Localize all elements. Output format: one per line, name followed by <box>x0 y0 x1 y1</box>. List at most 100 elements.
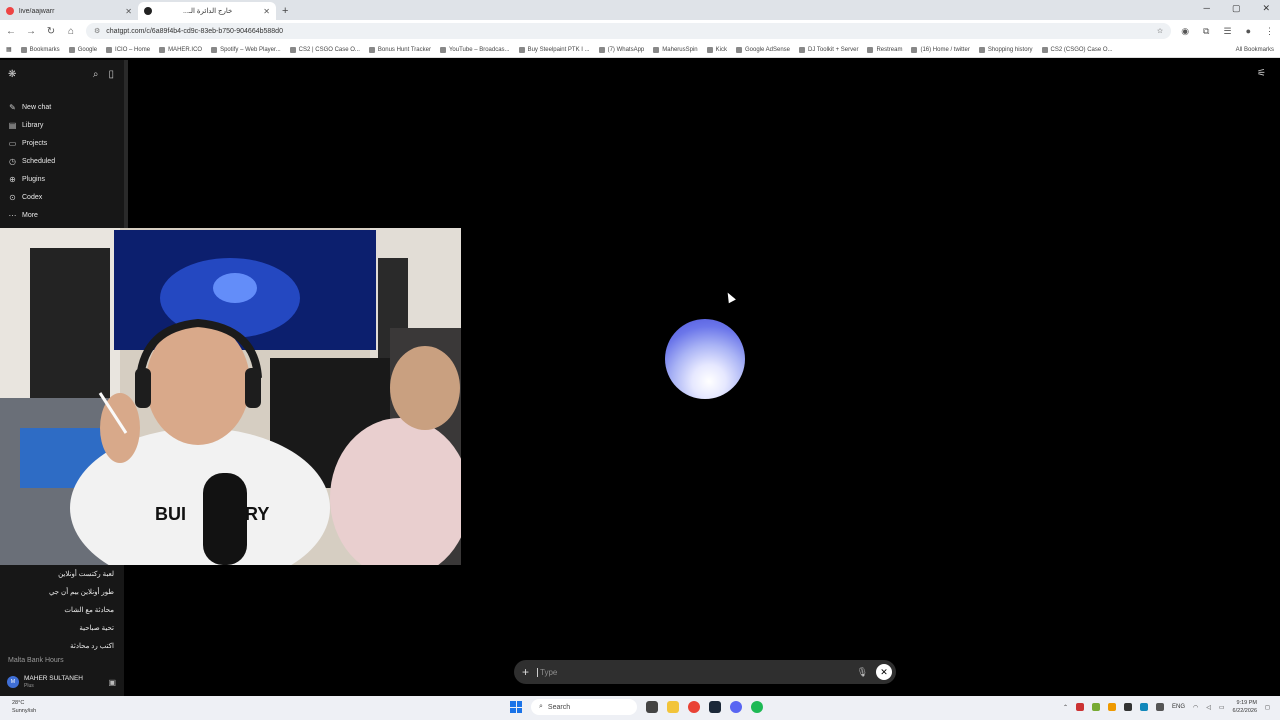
profile-icon[interactable]: ● <box>1246 26 1251 37</box>
chat-item[interactable]: تحية صباحية <box>0 620 124 638</box>
close-tab-icon[interactable]: ✕ <box>263 7 270 16</box>
notifications-icon[interactable]: ◻ <box>1265 704 1270 711</box>
chat-item[interactable]: لعبة ركتست أونلاين <box>0 566 124 584</box>
chevron-up-icon[interactable]: ⌃ <box>1063 704 1068 711</box>
cast-icon[interactable]: ◉ <box>1181 26 1189 37</box>
more-vert-icon[interactable]: ⋮ <box>1265 26 1274 37</box>
bookmark-item[interactable]: Bookmarks <box>20 46 60 53</box>
sidebar-item-more[interactable]: ⋯ More <box>0 206 124 224</box>
bookmark-item[interactable]: DJ Toolkit + Server <box>799 46 858 53</box>
bookmark-item[interactable]: Google <box>68 46 97 53</box>
tray-app-icon[interactable] <box>1139 703 1148 711</box>
tray-app-icon[interactable] <box>1107 703 1116 711</box>
all-bookmarks[interactable]: All Bookmarks <box>1236 47 1274 53</box>
bookmark-label: Kick <box>715 46 727 53</box>
end-voice-button[interactable]: ✕ <box>876 664 892 680</box>
bookmark-item[interactable]: MaherusSpin <box>653 46 698 53</box>
bookmark-item[interactable]: Buy Steelpaint PTK I ... <box>518 46 590 53</box>
bookmark-item[interactable]: ICIO – Home <box>106 46 150 53</box>
weather-widget[interactable]: 28°C Sunny/ish <box>12 699 36 715</box>
sidebar-item-new-chat[interactable]: ✎ New chat <box>0 98 124 116</box>
sidebar-header: ❋ ⌕ ▯ <box>0 60 124 80</box>
steam-icon[interactable] <box>709 701 721 713</box>
bookmark-item[interactable]: (16) Home / twitter <box>911 46 970 53</box>
message-input[interactable]: Type <box>537 667 849 677</box>
tray-app-icon[interactable] <box>1123 703 1132 711</box>
bookmark-item[interactable]: Bonus Hunt Tracker <box>368 46 431 53</box>
home-icon[interactable]: ⌂ <box>66 26 76 37</box>
bookmark-item[interactable]: Google AdSense <box>735 46 790 53</box>
openai-logo-icon[interactable]: ❋ <box>8 69 16 80</box>
discord-icon[interactable] <box>730 701 742 713</box>
bookmark-item[interactable]: Shopping history <box>978 46 1033 53</box>
apps-grid-icon[interactable]: ▦ <box>6 46 12 53</box>
voice-composer: + Type 🎙 ✕ <box>514 660 896 684</box>
bookmark-item[interactable]: YouTube – Broadcas... <box>439 46 510 53</box>
close-window-icon[interactable]: ✕ <box>1262 3 1270 14</box>
minimize-icon[interactable]: ─ <box>1204 3 1210 14</box>
codex-icon: ⊙ <box>9 192 16 202</box>
language-indicator[interactable]: ENG <box>1172 704 1185 710</box>
navigation-bar: ← → ↻ ⌂ ⚙ chatgpt.com/c/6a89f4b4-cd9c-83… <box>0 20 1280 42</box>
sidebar-toggle-icon[interactable]: ▯ <box>108 69 114 80</box>
sidebar-item-library[interactable]: ▤ Library <box>0 116 124 134</box>
sidebar-item-codex[interactable]: ⊙ Codex <box>0 188 124 206</box>
gift-icon[interactable]: ▣ <box>108 678 116 687</box>
spotify-icon[interactable] <box>751 701 763 713</box>
chat-item[interactable]: اكتب رد محادثة <box>0 638 124 656</box>
tab-chatgpt[interactable]: ...خارج الدائرة الـ ✕ <box>138 2 276 20</box>
search-icon: ⌕ <box>539 703 543 710</box>
forward-icon[interactable]: → <box>26 26 36 37</box>
clock-time: 9:19 PM <box>1236 700 1258 706</box>
reload-icon[interactable]: ↻ <box>46 26 56 37</box>
menu-icon[interactable]: ☰ <box>1223 26 1231 37</box>
bookmark-item[interactable]: MAHER.ICO <box>159 46 202 53</box>
clock[interactable]: 9:19 PM 6/22/2026 <box>1233 699 1257 715</box>
svg-text:BUI: BUI <box>155 504 186 524</box>
chat-item[interactable]: Malta Bank Hours <box>0 656 124 666</box>
close-tab-icon[interactable]: ✕ <box>125 7 132 16</box>
bookmark-label: (16) Home / twitter <box>920 46 970 53</box>
sidebar-item-scheduled[interactable]: ◷ Scheduled <box>0 152 124 170</box>
chat-item[interactable]: محادثة مع الشات <box>0 602 124 620</box>
tray-app-icon[interactable] <box>1075 703 1084 711</box>
chat-history: لعبة ركتست أونلاين طور أونلاين بيم أن جي… <box>0 566 124 666</box>
bluetooth-icon[interactable] <box>1155 703 1164 711</box>
new-tab-icon[interactable]: + <box>282 5 288 17</box>
bookmark-item[interactable]: CS2 | CSGO Case O... <box>289 46 360 53</box>
bookmark-item[interactable]: Spotify – Web Player... <box>211 46 281 53</box>
user-profile[interactable]: M MAHER SULTANEH Plus ▣ <box>0 668 124 696</box>
chrome-icon[interactable] <box>688 701 700 713</box>
windows-start-icon[interactable] <box>510 701 522 713</box>
address-bar[interactable]: ⚙ chatgpt.com/c/6a89f4b4-cd9c-83eb-b750-… <box>86 23 1172 39</box>
star-icon[interactable]: ☆ <box>1157 27 1163 35</box>
volume-icon[interactable]: ◁ <box>1206 704 1211 711</box>
back-icon[interactable]: ← <box>6 26 16 37</box>
add-icon[interactable]: + <box>522 665 529 679</box>
tray-app-icon[interactable] <box>1091 703 1100 711</box>
bookmark-item[interactable]: Restream <box>867 46 902 53</box>
voice-settings-icon[interactable]: ⚟ <box>1257 68 1266 79</box>
extensions-icon[interactable]: ⧉ <box>1203 26 1209 37</box>
user-plan: Plus <box>24 683 34 689</box>
sidebar-item-label: Library <box>22 121 44 129</box>
taskbar-search[interactable]: ⌕ Search <box>531 699 637 715</box>
chat-item[interactable]: طور أونلاين بيم أن جي <box>0 584 124 602</box>
bookmark-item[interactable]: (7) WhatsApp <box>598 46 644 53</box>
wifi-icon[interactable]: ◠ <box>1193 704 1198 711</box>
sidebar-item-plugins[interactable]: ⊕ Plugins <box>0 170 124 188</box>
site-info-icon[interactable]: ⚙ <box>94 27 100 35</box>
search-label: Search <box>547 703 571 711</box>
file-explorer-icon[interactable] <box>667 701 679 713</box>
taskbar: 28°C Sunny/ish ⌕ Search ⌃ ENG ◠ ◁ ▭ 9:19… <box>0 696 1280 720</box>
sidebar-scrollbar[interactable] <box>124 60 128 228</box>
sidebar-item-projects[interactable]: ▭ Projects <box>0 134 124 152</box>
task-view-icon[interactable] <box>646 701 658 713</box>
battery-icon[interactable]: ▭ <box>1219 704 1225 711</box>
tab-live[interactable]: live/aajwarr ✕ <box>0 2 138 20</box>
bookmark-item[interactable]: Kick <box>706 46 727 53</box>
search-icon[interactable]: ⌕ <box>93 69 99 80</box>
bookmark-item[interactable]: CS2 (CSGO) Case O... <box>1041 46 1113 53</box>
mic-off-icon[interactable]: 🎙 <box>857 667 868 678</box>
maximize-icon[interactable]: ▢ <box>1232 3 1241 14</box>
